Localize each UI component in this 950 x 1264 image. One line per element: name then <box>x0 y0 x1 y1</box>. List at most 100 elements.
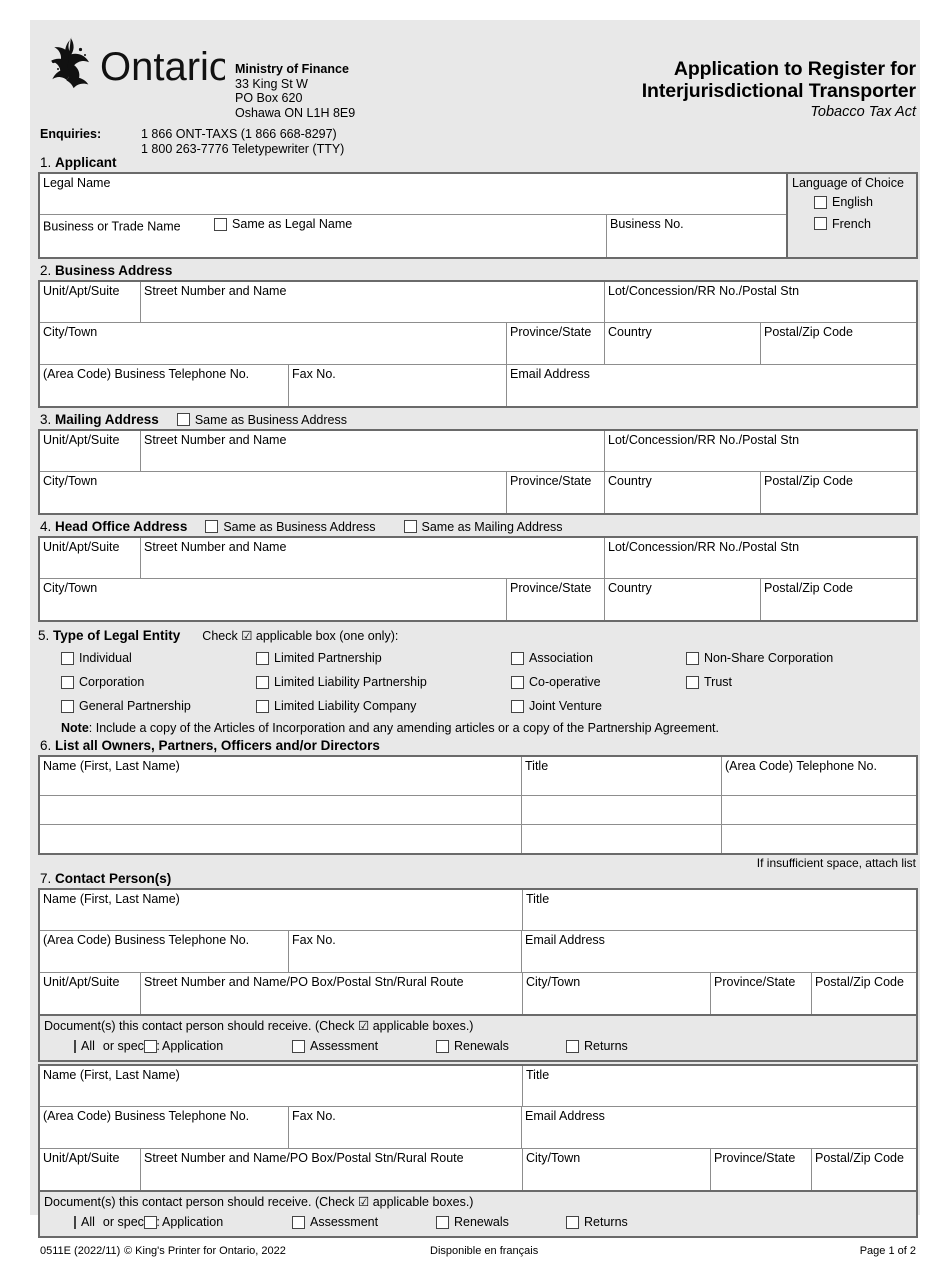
business-street-field[interactable]: Street Number and Name <box>140 282 604 322</box>
contact2-name-field[interactable]: Name (First, Last Name) <box>40 1066 522 1106</box>
contact1-all-checkbox[interactable] <box>74 1039 76 1053</box>
corporation-checkbox[interactable] <box>61 675 74 689</box>
individual-checkbox[interactable] <box>61 651 74 665</box>
mailing-street-field[interactable]: Street Number and Name <box>140 431 604 471</box>
contact2-doc-option-returns[interactable]: Returns <box>566 1215 696 1229</box>
owners-name-field[interactable]: Name (First, Last Name) <box>40 757 521 795</box>
contact2-doc-option-renewals[interactable]: Renewals <box>436 1215 566 1229</box>
contact1-doc-option-returns[interactable]: Returns <box>566 1039 696 1053</box>
contact2-postal-field[interactable]: Postal/Zip Code <box>811 1149 916 1190</box>
contact1-renewals-checkbox[interactable] <box>436 1039 449 1053</box>
mailing-same-as-business-option[interactable]: Same as Business Address <box>176 413 347 427</box>
contact1-city-field[interactable]: City/Town <box>522 973 710 1014</box>
contact2-telephone-field[interactable]: (Area Code) Business Telephone No. <box>40 1107 288 1148</box>
business-postal-field[interactable]: Postal/Zip Code <box>760 323 916 364</box>
contact2-city-field[interactable]: City/Town <box>522 1149 710 1190</box>
owners-telephone-cell[interactable] <box>721 796 916 824</box>
legal-entity-option-limited-partnership[interactable]: Limited Partnership <box>256 651 511 665</box>
headoffice-city-field[interactable]: City/Town <box>40 579 506 620</box>
contact2-renewals-checkbox[interactable] <box>436 1215 449 1229</box>
contact1-doc-option-all[interactable]: All or specify: <box>40 1039 160 1053</box>
legal-entity-option-joint-venture[interactable]: Joint Venture <box>511 699 686 713</box>
mailing-unit-field[interactable]: Unit/Apt/Suite <box>40 431 140 471</box>
french-checkbox[interactable] <box>814 217 827 230</box>
contact1-telephone-field[interactable]: (Area Code) Business Telephone No. <box>40 931 288 972</box>
contact1-doc-option-assessment[interactable]: Assessment <box>292 1039 436 1053</box>
same-as-legal-name-checkbox[interactable] <box>214 217 228 231</box>
contact2-doc-option-application[interactable]: Application <box>144 1215 292 1229</box>
business-lot-field[interactable]: Lot/Concession/RR No./Postal Stn <box>604 282 916 322</box>
business-city-field[interactable]: City/Town <box>40 323 506 364</box>
contact1-street-field[interactable]: Street Number and Name/PO Box/Postal Stn… <box>140 973 522 1014</box>
association-checkbox[interactable] <box>511 651 524 665</box>
headoffice-country-field[interactable]: Country <box>604 579 760 620</box>
owners-name-cell[interactable] <box>40 796 521 824</box>
language-english-option[interactable]: English <box>814 195 873 209</box>
contact1-returns-checkbox[interactable] <box>566 1039 579 1053</box>
legal-entity-option-limited-liability-partnership[interactable]: Limited Liability Partnership <box>256 675 511 689</box>
headoffice-unit-field[interactable]: Unit/Apt/Suite <box>40 538 140 578</box>
business-fax-field[interactable]: Fax No. <box>288 365 506 406</box>
language-french-option[interactable]: French <box>814 217 871 231</box>
business-email-field[interactable]: Email Address <box>506 365 916 406</box>
contact2-province-field[interactable]: Province/State <box>710 1149 811 1190</box>
owners-name-cell[interactable] <box>40 825 521 853</box>
contact1-assessment-checkbox[interactable] <box>292 1039 305 1053</box>
same-as-legal-name-checkbox-group[interactable]: Same as Legal Name <box>214 217 352 231</box>
legal-entity-option-general-partnership[interactable]: General Partnership <box>38 699 256 713</box>
trust-checkbox[interactable] <box>686 675 699 689</box>
contact2-doc-option-all[interactable]: All or specify: <box>40 1215 160 1229</box>
business-unit-field[interactable]: Unit/Apt/Suite <box>40 282 140 322</box>
contact1-title-field[interactable]: Title <box>522 890 916 930</box>
contact1-doc-option-renewals[interactable]: Renewals <box>436 1039 566 1053</box>
contact2-assessment-checkbox[interactable] <box>292 1215 305 1229</box>
headoffice-same-as-business-option[interactable]: Same as Business Address <box>205 520 376 534</box>
contact1-name-field[interactable]: Name (First, Last Name) <box>40 890 522 930</box>
owners-title-cell[interactable] <box>521 796 721 824</box>
business-trade-name-field[interactable]: Business or Trade Name Same as Legal Nam… <box>40 215 606 257</box>
limited-partnership-checkbox[interactable] <box>256 651 269 665</box>
contact1-fax-field[interactable]: Fax No. <box>288 931 521 972</box>
co-operative-checkbox[interactable] <box>511 675 524 689</box>
headoffice-same-as-mailing-option[interactable]: Same as Mailing Address <box>403 520 563 534</box>
joint-venture-checkbox[interactable] <box>511 699 524 713</box>
mailing-city-field[interactable]: City/Town <box>40 472 506 513</box>
business-country-field[interactable]: Country <box>604 323 760 364</box>
legal-entity-option-co-operative[interactable]: Co-operative <box>511 675 686 689</box>
mailing-province-field[interactable]: Province/State <box>506 472 604 513</box>
contact1-doc-option-application[interactable]: Application <box>144 1039 292 1053</box>
contact2-email-field[interactable]: Email Address <box>521 1107 916 1148</box>
mailing-lot-field[interactable]: Lot/Concession/RR No./Postal Stn <box>604 431 916 471</box>
contact1-province-field[interactable]: Province/State <box>710 973 811 1014</box>
contact2-doc-option-assessment[interactable]: Assessment <box>292 1215 436 1229</box>
owners-title-field[interactable]: Title <box>521 757 721 795</box>
legal-entity-option-association[interactable]: Association <box>511 651 686 665</box>
general-partnership-checkbox[interactable] <box>61 699 74 713</box>
headoffice-same-as-business-checkbox[interactable] <box>205 520 219 533</box>
mailing-postal-field[interactable]: Postal/Zip Code <box>760 472 916 513</box>
contact2-fax-field[interactable]: Fax No. <box>288 1107 521 1148</box>
headoffice-postal-field[interactable]: Postal/Zip Code <box>760 579 916 620</box>
mailing-same-as-business-checkbox[interactable] <box>176 413 190 426</box>
business-province-field[interactable]: Province/State <box>506 323 604 364</box>
contact1-application-checkbox[interactable] <box>144 1039 157 1053</box>
business-number-field[interactable]: Business No. <box>606 215 786 257</box>
limited-liability-company-checkbox[interactable] <box>256 699 269 713</box>
mailing-country-field[interactable]: Country <box>604 472 760 513</box>
owners-title-cell[interactable] <box>521 825 721 853</box>
contact2-application-checkbox[interactable] <box>144 1215 157 1229</box>
contact2-all-checkbox[interactable] <box>74 1215 76 1229</box>
legal-name-field[interactable]: Legal Name <box>40 174 786 214</box>
contact2-returns-checkbox[interactable] <box>566 1215 579 1229</box>
headoffice-street-field[interactable]: Street Number and Name <box>140 538 604 578</box>
owners-telephone-field[interactable]: (Area Code) Telephone No. <box>721 757 916 795</box>
owners-telephone-cell[interactable] <box>721 825 916 853</box>
non-share-corporation-checkbox[interactable] <box>686 651 699 665</box>
english-checkbox[interactable] <box>814 195 827 209</box>
contact2-title-field[interactable]: Title <box>522 1066 916 1106</box>
legal-entity-option-trust[interactable]: Trust <box>686 675 886 689</box>
contact1-postal-field[interactable]: Postal/Zip Code <box>811 973 916 1014</box>
headoffice-same-as-mailing-checkbox[interactable] <box>403 520 417 533</box>
legal-entity-option-limited-liability-company[interactable]: Limited Liability Company <box>256 699 511 713</box>
limited-liability-partnership-checkbox[interactable] <box>256 675 269 689</box>
